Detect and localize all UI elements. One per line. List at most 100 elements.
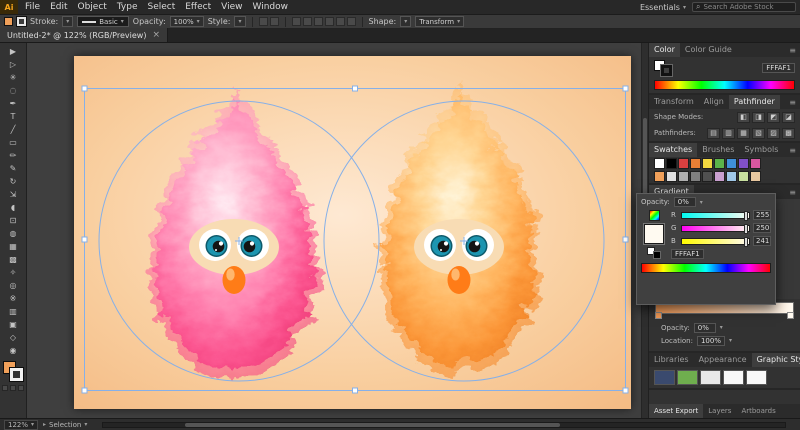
swatch-f0a05a[interactable] bbox=[654, 171, 665, 182]
blend-tool[interactable]: ◎ bbox=[3, 279, 24, 292]
default-colors-icon[interactable] bbox=[647, 247, 661, 259]
swatch-f2d840[interactable] bbox=[702, 158, 713, 169]
align-middle-icon[interactable] bbox=[335, 17, 345, 26]
color-mode-icon[interactable] bbox=[648, 210, 660, 221]
app-logo-icon[interactable]: Ai bbox=[0, 0, 18, 14]
gradient-stop-left[interactable] bbox=[655, 312, 662, 319]
align-top-icon[interactable] bbox=[324, 17, 334, 26]
color-fill-stroke-indicator[interactable] bbox=[654, 60, 673, 77]
bottom-tab-asset-export[interactable]: Asset Export bbox=[649, 404, 704, 418]
horizontal-scrollbar[interactable] bbox=[102, 421, 786, 428]
zoom-tool[interactable]: ◉ bbox=[3, 344, 24, 357]
transform-dropdown[interactable]: Transform ▾ bbox=[415, 16, 465, 27]
blue-slider-thumb[interactable] bbox=[744, 236, 748, 247]
shape-mode-3[interactable]: ◪ bbox=[782, 111, 795, 123]
menu-select[interactable]: Select bbox=[142, 0, 180, 14]
stroke-weight-dropdown[interactable]: ▾ bbox=[62, 16, 74, 27]
shape-builder-tool[interactable]: ◍ bbox=[3, 227, 24, 240]
swatch-8050c8[interactable] bbox=[738, 158, 749, 169]
free-transform-tool[interactable]: ⊡ bbox=[3, 214, 24, 227]
pathfinder-1[interactable]: ▥ bbox=[722, 127, 735, 139]
status-tool-indicator[interactable]: ▸ Selection ▾ bbox=[43, 421, 87, 429]
opacity-dropdown[interactable]: 100% ▾ bbox=[169, 16, 204, 27]
tab-graphic-styles[interactable]: Graphic Styles bbox=[751, 353, 800, 367]
tab-libraries[interactable]: Libraries bbox=[649, 353, 694, 367]
align-right-icon[interactable] bbox=[313, 17, 323, 26]
black-swatch[interactable] bbox=[653, 251, 661, 259]
style-dropdown[interactable]: ▾ bbox=[234, 16, 246, 27]
swatch-caa0d0[interactable] bbox=[714, 171, 725, 182]
screen-mode-icon[interactable] bbox=[18, 385, 24, 391]
editor-opacity-value[interactable]: 0% bbox=[673, 197, 696, 207]
draw-behind-icon[interactable] bbox=[10, 385, 16, 391]
gradient-stop-color-editor[interactable]: Opacity: 0% ▾ R 255 G 250 B 241 FFFAF1 bbox=[636, 193, 776, 305]
selection-tool[interactable]: ▶ bbox=[3, 45, 24, 58]
tab-symbols[interactable]: Symbols bbox=[739, 143, 783, 157]
swatch-505050[interactable] bbox=[702, 171, 713, 182]
lasso-tool[interactable]: ◌ bbox=[3, 84, 24, 97]
close-tab-icon[interactable]: × bbox=[152, 30, 160, 40]
tab-brushes[interactable]: Brushes bbox=[697, 143, 739, 157]
pathfinder-0[interactable]: ▤ bbox=[707, 127, 720, 139]
swatch-b0b0b0[interactable] bbox=[678, 171, 689, 182]
zoom-control[interactable]: 122% ▾ bbox=[4, 419, 39, 430]
pen-tool[interactable]: ✒ bbox=[3, 97, 24, 110]
swatch-d94040[interactable] bbox=[678, 158, 689, 169]
gradient-location-value[interactable]: 100% bbox=[696, 335, 725, 346]
direct-selection-tool[interactable]: ▷ bbox=[3, 58, 24, 71]
rotate-tool[interactable]: ↻ bbox=[3, 175, 24, 188]
red-slider[interactable] bbox=[681, 210, 750, 221]
swatch-c8e0a0[interactable] bbox=[738, 171, 749, 182]
artboard-tool[interactable]: ▣ bbox=[3, 318, 24, 331]
color-stroke-proxy[interactable] bbox=[660, 64, 673, 77]
paintbrush-tool[interactable]: ✏ bbox=[3, 149, 24, 162]
graphic-style-thumb-3a4a6e[interactable] bbox=[654, 370, 675, 385]
swatch-808080[interactable] bbox=[690, 171, 701, 182]
mesh-tool[interactable]: ▦ bbox=[3, 240, 24, 253]
swatch-e8c8a0[interactable] bbox=[750, 171, 761, 182]
pathfinder-2[interactable]: ▦ bbox=[737, 127, 750, 139]
pathfinder-3[interactable]: ▧ bbox=[752, 127, 765, 139]
hex-field[interactable]: FFFAF1 bbox=[671, 249, 704, 259]
tab-color[interactable]: Color bbox=[649, 43, 680, 57]
swatch-e87f35[interactable] bbox=[690, 158, 701, 169]
pencil-tool[interactable]: ✎ bbox=[3, 162, 24, 175]
menu-effect[interactable]: Effect bbox=[180, 0, 216, 14]
swatch-5cb24a[interactable] bbox=[714, 158, 725, 169]
menu-file[interactable]: File bbox=[20, 0, 45, 14]
gradient-opacity-value[interactable]: 0% bbox=[693, 322, 716, 333]
column-graph-tool[interactable]: ▥ bbox=[3, 305, 24, 318]
swatch-000000[interactable] bbox=[666, 158, 677, 169]
gradient-tool[interactable]: ▩ bbox=[3, 253, 24, 266]
red-channel-value[interactable]: 255 bbox=[753, 210, 771, 220]
graphic-style-thumb-f8f8f8[interactable] bbox=[746, 370, 767, 385]
color-spectrum-bar[interactable] bbox=[641, 263, 771, 273]
artboard-canvas[interactable] bbox=[74, 56, 631, 409]
green-slider[interactable] bbox=[681, 223, 750, 234]
fill-color-swatch[interactable] bbox=[4, 17, 13, 26]
panel-menu-icon[interactable]: ≡ bbox=[785, 98, 800, 107]
symbol-sprayer-tool[interactable]: ※ bbox=[3, 292, 24, 305]
shape-mode-2[interactable]: ◩ bbox=[767, 111, 780, 123]
width-tool[interactable]: ◖ bbox=[3, 201, 24, 214]
graphic-style-thumb-6fae4e[interactable] bbox=[677, 370, 698, 385]
color-hex-value[interactable]: FFFAF1 bbox=[762, 63, 795, 73]
rectangle-tool[interactable]: ▭ bbox=[3, 136, 24, 149]
swatch-ffffff[interactable] bbox=[654, 158, 665, 169]
graphic-style-thumb-f8f8f8[interactable] bbox=[723, 370, 744, 385]
align-bottom-icon[interactable] bbox=[346, 17, 356, 26]
doc-setup-icon[interactable] bbox=[258, 17, 268, 26]
panel-menu-icon[interactable]: ≡ bbox=[785, 46, 800, 55]
shape-dropdown[interactable]: ▾ bbox=[400, 16, 412, 27]
shape-mode-1[interactable]: ◨ bbox=[752, 111, 765, 123]
red-slider-thumb[interactable] bbox=[744, 210, 748, 221]
swatch-d957a0[interactable] bbox=[750, 158, 761, 169]
magic-wand-tool[interactable]: ✳ bbox=[3, 71, 24, 84]
swatch-e0e0e0[interactable] bbox=[666, 171, 677, 182]
panel-menu-icon[interactable]: ≡ bbox=[785, 188, 800, 197]
blue-channel-value[interactable]: 241 bbox=[753, 236, 771, 246]
menu-edit[interactable]: Edit bbox=[45, 0, 72, 14]
artboard[interactable] bbox=[74, 56, 631, 409]
panel-menu-icon[interactable]: ≡ bbox=[785, 146, 800, 155]
gradient-stop-right[interactable] bbox=[787, 312, 794, 319]
